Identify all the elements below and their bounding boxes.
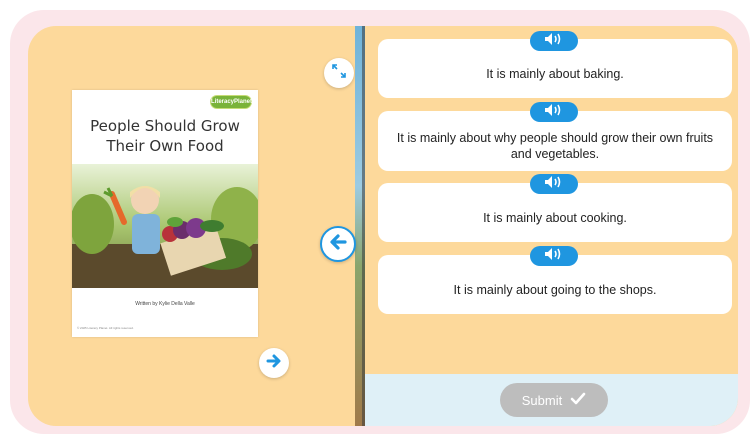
answer-text: It is mainly about why people should gro… <box>396 131 714 161</box>
next-page-button[interactable] <box>259 348 289 378</box>
book-title: People Should Grow Their Own Food <box>90 117 240 155</box>
book-legal: © 2025 Literacy Planet. All rights reser… <box>77 326 134 330</box>
book-author: Written by Kylie Della Valle <box>135 301 195 307</box>
audio-button[interactable] <box>530 246 578 266</box>
speaker-icon <box>544 32 564 51</box>
expand-icon <box>332 63 346 83</box>
arrow-right-icon <box>266 353 282 374</box>
answer-text: It is mainly about going to the shops. <box>453 282 657 297</box>
page-divider <box>355 26 365 426</box>
speaker-icon <box>544 103 564 122</box>
answer-panel: It is mainly about baking. It is mainly … <box>365 26 738 426</box>
checkmark-icon <box>570 392 586 409</box>
publisher-logo: LiteracyPlanet <box>210 95 252 109</box>
speaker-icon <box>544 247 564 266</box>
expand-button[interactable] <box>324 58 354 88</box>
speaker-icon <box>544 175 564 194</box>
submit-button[interactable]: Submit <box>500 383 608 417</box>
audio-button[interactable] <box>530 102 578 122</box>
submit-label: Submit <box>521 392 563 408</box>
answer-text: It is mainly about baking. <box>486 66 624 81</box>
collapse-book-button[interactable] <box>320 226 356 262</box>
audio-button[interactable] <box>530 174 578 194</box>
cover-photo <box>72 164 258 288</box>
answer-text: It is mainly about cooking. <box>483 210 627 225</box>
book-cover[interactable]: LiteracyPlanet People Should Grow Their … <box>72 90 258 337</box>
audio-button[interactable] <box>530 31 578 51</box>
arrow-left-icon <box>329 233 347 256</box>
activity-card: LiteracyPlanet People Should Grow Their … <box>28 26 738 426</box>
